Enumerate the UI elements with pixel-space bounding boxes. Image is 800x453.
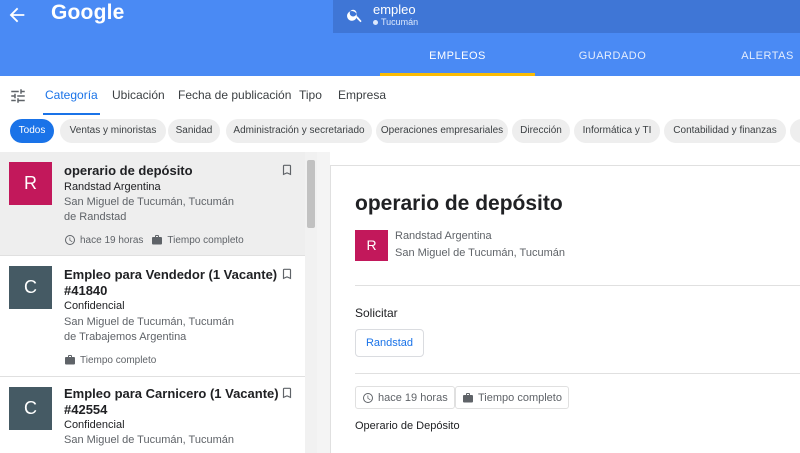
job-title[interactable]: operario de depósito [64,163,193,178]
tune-icon[interactable] [9,87,27,105]
chip-operaciones[interactable]: Operaciones empresariales [376,119,508,143]
clock-icon [65,235,75,245]
briefcase-icon [65,355,75,365]
company-avatar: C [9,387,52,430]
tab-guardado[interactable]: GUARDADO [535,40,690,76]
job-meta: hace 19 horas Tiempo completo [64,234,244,246]
divider [355,285,800,286]
search-location: Tucumán [373,17,418,27]
divider [355,373,800,374]
location-dot-icon [373,20,378,26]
job-location: San Miguel de Tucumán, Tucumán [64,316,234,328]
job-detail-panel: operario de depósito R Randstad Argentin… [330,165,800,453]
bookmark-icon[interactable] [280,266,294,282]
list-scrollbar-thumb[interactable] [307,160,315,228]
filter-tab-empresa[interactable]: Empresa [338,88,386,102]
briefcase-icon [152,235,163,245]
chip-sanidad[interactable]: Sanidad [168,119,220,143]
search-location-label: Tucumán [381,17,419,27]
chip-more[interactable] [790,119,800,143]
tab-empleos[interactable]: EMPLEOS [380,40,535,76]
search-box[interactable]: empleo Tucumán [333,0,800,33]
panel-divider [317,152,330,453]
job-via: de Randstad [64,211,127,223]
job-title-ref[interactable]: #41840 [64,283,107,298]
chip-contabilidad[interactable]: Contabilidad y finanzas [664,119,786,143]
clock-icon [363,392,373,403]
app-header: Google empleo Tucumán EMPLEOS GUARDADO A… [0,0,800,76]
category-chips: Todos Ventas y minoristas Sanidad Admini… [0,116,800,152]
job-via: de Trabajemos Argentina [64,331,187,343]
search-query[interactable]: empleo [373,2,416,17]
bookmark-icon[interactable] [280,162,294,178]
job-card[interactable]: C Empleo para Carnicero (1 Vacante) #425… [0,377,305,453]
job-meta: Tiempo completo [64,354,156,366]
job-type: Tiempo completo [80,354,157,366]
detail-posted-time: hace 19 horas [378,391,448,404]
detail-company: Randstad Argentina [395,230,492,242]
job-list: R operario de depósito Randstad Argentin… [0,152,317,453]
filter-tab-ubicacion[interactable]: Ubicación [112,88,165,102]
filter-tabs-row: Categoría Ubicación Fecha de publicación… [0,76,800,116]
detail-type-chip: Tiempo completo [455,386,569,409]
search-icon[interactable] [346,6,364,24]
detail-company-avatar: R [355,230,388,261]
company-avatar: C [9,266,52,309]
job-location: San Miguel de Tucumán, Tucumán [64,196,234,208]
job-title-ref[interactable]: #42554 [64,402,107,417]
job-posted-time: hace 19 horas [80,234,144,246]
chip-direccion[interactable]: Dirección [512,119,570,143]
detail-title: operario de depósito [355,192,563,215]
chip-ventas[interactable]: Ventas y minoristas [60,119,166,143]
company-avatar: R [9,162,52,205]
detail-posted-chip: hace 19 horas [355,386,455,409]
filter-tab-categoria[interactable]: Categoría [43,88,100,115]
detail-job-type: Tiempo completo [478,391,562,404]
back-arrow-icon[interactable] [6,4,28,26]
job-title[interactable]: Empleo para Carnicero (1 Vacante) [64,386,279,401]
filter-tab-tipo[interactable]: Tipo [299,88,322,102]
detail-description: Operario de Depósito [355,420,460,432]
job-card[interactable]: R operario de depósito Randstad Argentin… [0,152,305,256]
job-location: San Miguel de Tucumán, Tucumán [64,434,234,446]
job-company: Confidencial [64,300,125,312]
chip-todos[interactable]: Todos [10,119,54,143]
chip-informatica[interactable]: Informática y TI [574,119,660,143]
bookmark-icon[interactable] [280,385,294,401]
filter-tab-fecha[interactable]: Fecha de publicación [178,88,291,102]
chip-administracion[interactable]: Administración y secretariado [226,119,372,143]
detail-location: San Miguel de Tucumán, Tucumán [395,247,565,259]
job-company: Confidencial [64,419,125,431]
job-card[interactable]: C Empleo para Vendedor (1 Vacante) #4184… [0,256,305,377]
job-company: Randstad Argentina [64,181,161,193]
google-logo[interactable]: Google [51,1,125,25]
briefcase-icon [463,392,473,402]
apply-heading: Solicitar [355,306,398,320]
tab-alertas[interactable]: ALERTAS [690,40,800,76]
job-title[interactable]: Empleo para Vendedor (1 Vacante) [64,267,277,282]
apply-randstad-button[interactable]: Randstad [355,329,424,357]
job-type: Tiempo completo [167,234,244,246]
